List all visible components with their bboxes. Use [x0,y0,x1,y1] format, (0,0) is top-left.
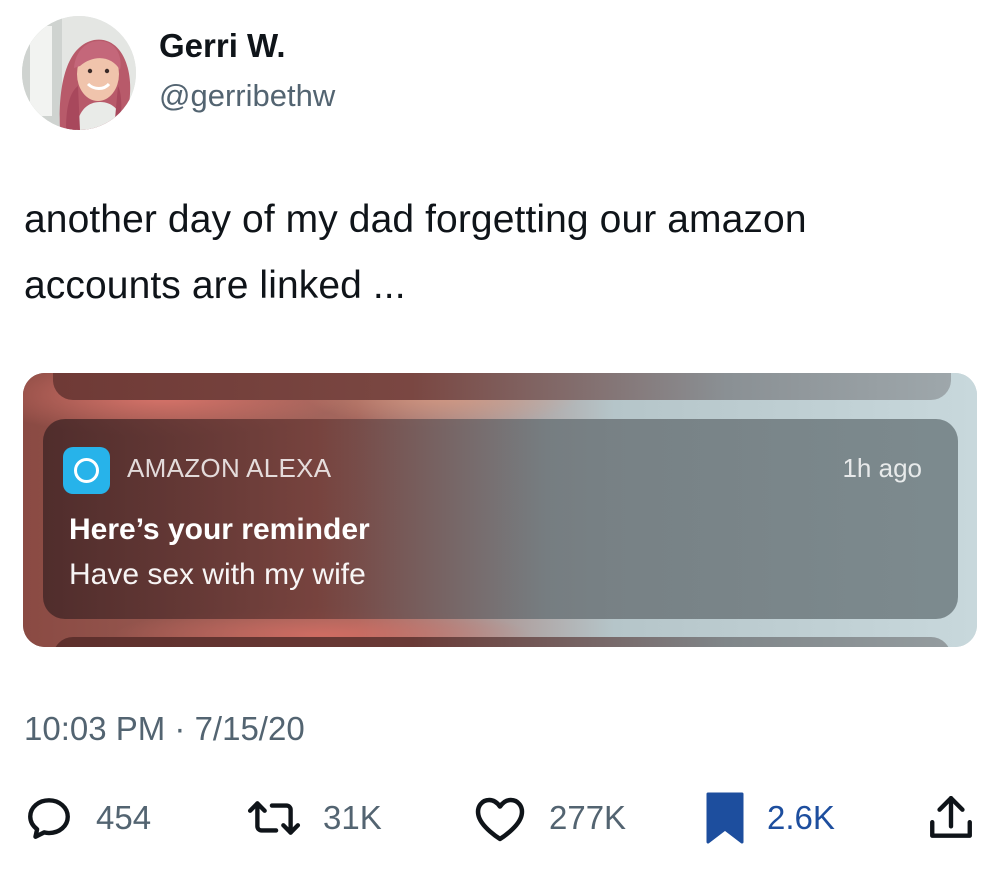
alexa-notification: AMAZON ALEXA 1h ago Here’s your reminder… [43,419,958,619]
tweet: Gerri W. @gerribethw another day of my d… [0,0,1000,885]
stacked-notification-bottom [53,637,951,647]
notification-body: Have sex with my wife [69,558,366,591]
alexa-ring [74,458,99,483]
like-button[interactable]: 277K [473,790,626,846]
retweet-button[interactable]: 31K [247,790,382,846]
action-bar: 454 31K 277K 2.6K [0,790,1000,846]
heart-icon [473,793,527,843]
notification-time: 1h ago [842,453,922,483]
stacked-notification-top [53,373,951,400]
tweet-media-image[interactable]: AMAZON ALEXA 1h ago Here’s your reminder… [23,373,977,647]
reply-button[interactable]: 454 [24,790,151,846]
bookmark-count: 2.6K [767,799,835,836]
alexa-ring-icon [63,447,110,494]
tweet-text: another day of my dad forgetting our ama… [24,198,807,307]
retweet-count: 31K [323,799,382,836]
share-button[interactable] [928,790,974,846]
reply-count: 454 [96,799,152,836]
avatar-photo [22,16,136,130]
avatar[interactable] [22,16,136,130]
retweet-icon [247,793,301,843]
reply-icon [24,793,74,843]
bookmark-button[interactable]: 2.6K [705,790,835,846]
bookmark-icon [705,791,745,845]
like-count: 277K [549,799,627,836]
share-icon [928,793,974,843]
notification-app-name: AMAZON ALEXA [127,453,332,483]
notification-title: Here’s your reminder [69,513,370,546]
author-display-name[interactable]: Gerri W. [159,26,286,66]
tweet-timestamp[interactable]: 10:03 PM · 7/15/20 [24,707,305,751]
author-handle[interactable]: @gerribethw [159,77,335,115]
